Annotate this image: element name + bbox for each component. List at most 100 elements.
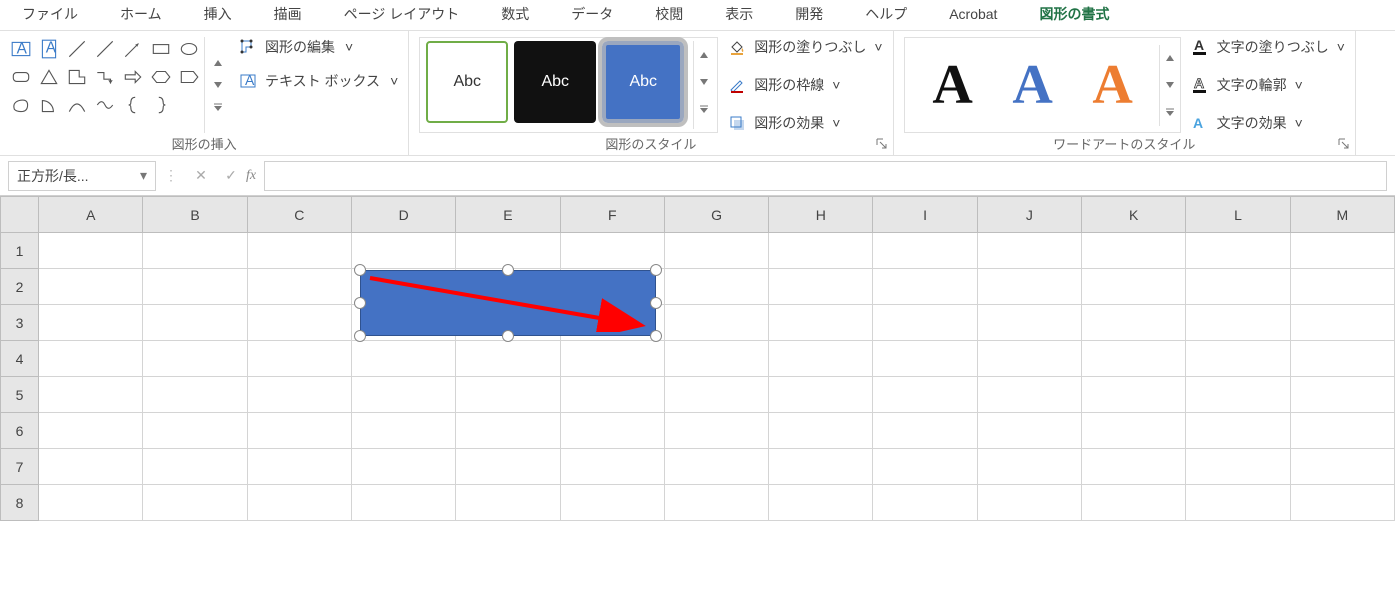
cells-table[interactable]: A B C D E F G H I J K L M 1 2 3 4 5 6 7 … xyxy=(0,196,1395,521)
row-header[interactable]: 5 xyxy=(1,377,39,413)
col-header[interactable]: G xyxy=(664,197,768,233)
wordart-style-1[interactable]: A xyxy=(913,57,993,113)
resize-handle-ne[interactable] xyxy=(650,264,662,276)
row-header[interactable]: 3 xyxy=(1,305,39,341)
shape-line-icon[interactable] xyxy=(66,38,88,60)
selected-shape-rectangle[interactable] xyxy=(352,262,664,344)
shape-outline-label: 図形の枠線 xyxy=(754,75,824,95)
tab-page-layout[interactable]: ページ レイアウト xyxy=(344,4,460,24)
shape-styles-dialog-launcher[interactable] xyxy=(875,137,889,151)
shape-arc-icon[interactable] xyxy=(66,94,88,116)
cancel-button[interactable]: ✕ xyxy=(186,167,216,184)
tab-formulas[interactable]: 数式 xyxy=(501,4,529,24)
wordart-style-3[interactable]: A xyxy=(1073,57,1153,113)
shape-line2-icon[interactable] xyxy=(94,38,116,60)
col-header[interactable]: A xyxy=(39,197,143,233)
shape-oval-icon[interactable] xyxy=(178,38,200,60)
shape-effects-button[interactable]: 図形の効果 ˅ xyxy=(728,113,882,133)
shape-outline-button[interactable]: 図形の枠線 ˅ xyxy=(728,75,882,95)
shape-rect-icon[interactable] xyxy=(150,38,172,60)
enter-button[interactable]: ✓ xyxy=(216,167,246,184)
col-header[interactable]: M xyxy=(1290,197,1394,233)
row-header[interactable]: 1 xyxy=(1,233,39,269)
shapes-scroll-up[interactable] xyxy=(209,52,227,74)
tab-help[interactable]: ヘルプ xyxy=(865,4,907,24)
col-header[interactable]: L xyxy=(1186,197,1290,233)
text-effects-button[interactable]: A 文字の効果 ˅ xyxy=(1191,113,1345,133)
shape-arrow-r-icon[interactable] xyxy=(122,66,144,88)
shape-style-expand[interactable] xyxy=(694,95,714,122)
shape-corner-icon[interactable] xyxy=(66,66,88,88)
row-header[interactable]: 6 xyxy=(1,413,39,449)
col-header[interactable]: C xyxy=(247,197,351,233)
fx-label[interactable]: fx xyxy=(246,168,256,184)
tab-developer[interactable]: 開発 xyxy=(795,4,823,24)
tab-file[interactable]: ファイル xyxy=(22,4,78,24)
tab-acrobat[interactable]: Acrobat xyxy=(949,6,997,22)
col-header[interactable]: J xyxy=(977,197,1081,233)
shape-wave-icon[interactable] xyxy=(94,94,116,116)
col-header[interactable]: K xyxy=(1082,197,1186,233)
wordart-style-2[interactable]: A xyxy=(993,57,1073,113)
shape-pentagon-icon[interactable] xyxy=(178,66,200,88)
row-header[interactable]: 2 xyxy=(1,269,39,305)
wordart-scroll-up[interactable] xyxy=(1160,45,1180,72)
col-header[interactable]: I xyxy=(873,197,977,233)
shape-style-2[interactable]: Abc xyxy=(514,41,596,123)
row-header[interactable]: 4 xyxy=(1,341,39,377)
shape-style-scroll-down[interactable] xyxy=(694,68,714,95)
tab-view[interactable]: 表示 xyxy=(725,4,753,24)
shape-fill-button[interactable]: 図形の塗りつぶし ˅ xyxy=(728,37,882,57)
text-outline-button[interactable]: A 文字の輪郭 ˅ xyxy=(1191,75,1345,95)
tab-draw[interactable]: 描画 xyxy=(274,4,302,24)
shape-zigzag-icon[interactable] xyxy=(94,66,116,88)
text-fill-button[interactable]: A 文字の塗りつぶし ˅ xyxy=(1191,37,1345,57)
col-header[interactable]: F xyxy=(560,197,664,233)
chevron-down-icon[interactable]: ▾ xyxy=(140,167,147,184)
resize-handle-n[interactable] xyxy=(502,264,514,276)
resize-handle-w[interactable] xyxy=(354,297,366,309)
shape-blob-icon[interactable] xyxy=(10,94,32,116)
resize-handle-s[interactable] xyxy=(502,330,514,342)
select-all-corner[interactable] xyxy=(1,197,39,233)
shape-triangle-icon[interactable] xyxy=(38,66,60,88)
tab-data[interactable]: データ xyxy=(571,4,613,24)
shapes-gallery[interactable]: A A xyxy=(10,37,200,133)
resize-handle-nw[interactable] xyxy=(354,264,366,276)
wordart-scroll-down[interactable] xyxy=(1160,72,1180,99)
shape-quarter-icon[interactable] xyxy=(38,94,60,116)
shape-style-1[interactable]: Abc xyxy=(426,41,508,123)
shape-textbox-h-icon[interactable]: A xyxy=(10,38,32,60)
shape-arrow-line-icon[interactable] xyxy=(122,38,144,60)
col-header[interactable]: D xyxy=(351,197,455,233)
resize-handle-se[interactable] xyxy=(650,330,662,342)
shape-style-3-selected[interactable]: Abc xyxy=(602,41,684,123)
edit-shape-button[interactable]: 図形の編集 ˅ xyxy=(239,37,398,57)
shape-hexagon-icon[interactable] xyxy=(150,66,172,88)
row-header[interactable]: 7 xyxy=(1,449,39,485)
shapes-scroll-down[interactable] xyxy=(209,74,227,96)
resize-handle-sw[interactable] xyxy=(354,330,366,342)
shape-textbox-v-icon[interactable]: A xyxy=(38,38,60,60)
shape-body[interactable] xyxy=(360,270,656,336)
tab-insert[interactable]: 挿入 xyxy=(204,4,232,24)
col-header[interactable]: E xyxy=(456,197,560,233)
resize-handle-e[interactable] xyxy=(650,297,662,309)
wordart-expand[interactable] xyxy=(1160,99,1180,126)
tab-review[interactable]: 校閲 xyxy=(655,4,683,24)
col-header[interactable]: B xyxy=(143,197,247,233)
name-box[interactable]: 正方形/長... ▾ xyxy=(8,161,156,191)
row-header[interactable]: 8 xyxy=(1,485,39,521)
shapes-expand[interactable] xyxy=(209,96,227,118)
shape-fill-label: 図形の塗りつぶし xyxy=(754,37,866,57)
tab-home[interactable]: ホーム xyxy=(120,4,162,24)
col-header[interactable]: H xyxy=(769,197,873,233)
wordart-dialog-launcher[interactable] xyxy=(1337,137,1351,151)
shape-brace-r-icon[interactable] xyxy=(150,94,172,116)
formula-input[interactable] xyxy=(264,161,1387,191)
shape-style-scroll-up[interactable] xyxy=(694,41,714,68)
shape-roundrect-icon[interactable] xyxy=(10,66,32,88)
tab-shape-format[interactable]: 図形の書式 xyxy=(1039,4,1109,24)
text-box-button[interactable]: A テキスト ボックス ˅ xyxy=(239,71,398,91)
shape-brace-l-icon[interactable] xyxy=(122,94,144,116)
